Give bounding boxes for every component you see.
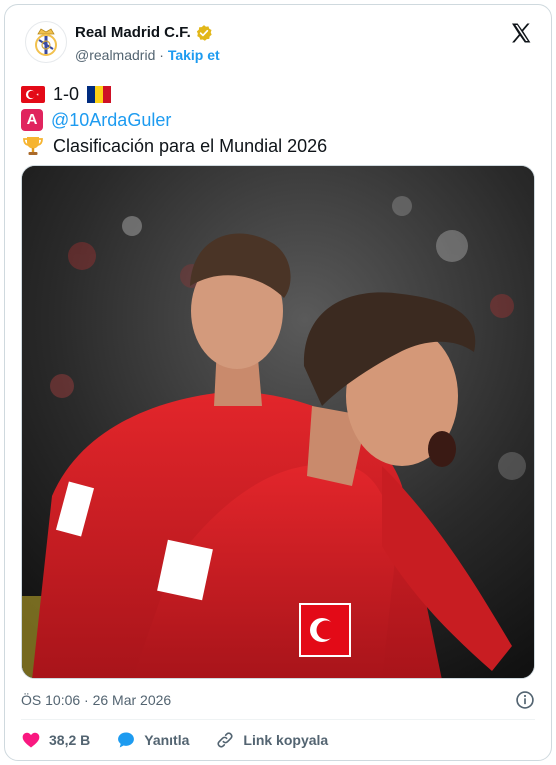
verified-badge-icon [196, 25, 212, 41]
competition-line: Clasificación para el Mundial 2026 [21, 133, 327, 159]
copy-link-label: Link kopyala [243, 732, 329, 748]
heart-icon [22, 732, 40, 748]
tweet-meta: ÖS 10:06 · 26 Mar 2026 [21, 689, 535, 711]
mention-line: A @10ArdaGuler [21, 107, 327, 133]
tweet-timestamp[interactable]: ÖS 10:06 · 26 Mar 2026 [21, 692, 171, 708]
follow-button[interactable]: Takip et [168, 47, 220, 63]
tweet-actions: 38,2 B Yanıtla Link kopyala [21, 727, 328, 753]
author-handle[interactable]: @realmadrid [75, 47, 155, 63]
reply-button[interactable]: Yanıtla [116, 730, 189, 750]
copy-link-button[interactable]: Link kopyala [215, 730, 328, 750]
info-icon[interactable] [515, 690, 535, 710]
divider [21, 719, 535, 720]
turkey-flag-icon [21, 85, 45, 103]
author-display-name[interactable]: Real Madrid C.F. [75, 23, 191, 43]
tweet-card: Real Madrid C.F. @realmadrid · Takip et [4, 4, 552, 761]
tweet-text: 1-0 A @10ArdaGuler Clasificación para el… [21, 81, 327, 159]
handle-separator: · [159, 47, 164, 63]
trophy-icon [23, 137, 43, 155]
competition-text: Clasificación para el Mundial 2026 [53, 136, 328, 156]
score-text: 1-0 [53, 84, 80, 104]
real-madrid-crest-icon [35, 28, 57, 56]
link-icon [217, 732, 233, 748]
author-names: Real Madrid C.F. @realmadrid · Takip et [75, 23, 220, 65]
x-logo-icon[interactable] [509, 21, 533, 45]
romania-flag-icon [87, 85, 112, 103]
reply-label: Yanıtla [144, 732, 190, 748]
letter-a-badge-icon: A [21, 109, 43, 131]
tweet-header: Real Madrid C.F. @realmadrid · Takip et [21, 21, 535, 65]
avatar[interactable] [25, 21, 67, 63]
player-mention-link[interactable]: @10ArdaGuler [51, 107, 171, 133]
tweet-photo[interactable] [21, 165, 535, 679]
like-button[interactable]: 38,2 B [21, 730, 90, 750]
like-count: 38,2 B [49, 732, 91, 748]
score-line: 1-0 [21, 81, 327, 107]
football-players-celebrating-photo [22, 166, 534, 678]
reply-bubble-icon [118, 732, 135, 748]
